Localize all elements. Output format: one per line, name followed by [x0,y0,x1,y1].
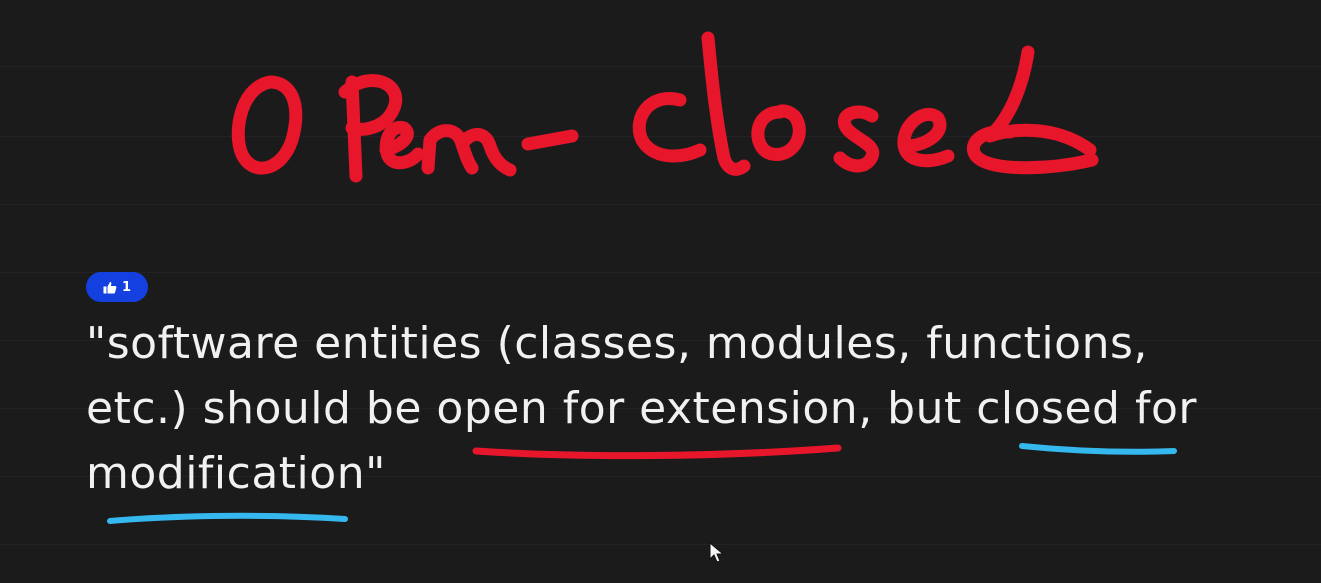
ink-stroke-hyphen [521,129,579,151]
reaction-badge[interactable]: 1 [86,272,148,302]
highlight-modification: modification [86,448,366,499]
quote-text: " [365,448,386,499]
ink-stroke-e [379,120,425,170]
reaction-count: 1 [121,279,132,295]
quote-line-3: modification" [86,446,386,502]
ink-stroke-c [632,92,707,163]
quote-text: , but [858,383,977,434]
quote-text: etc.) should be [86,383,437,434]
mouse-pointer-icon [709,542,725,563]
quote-line-1: "software entities (classes, modules, fu… [86,316,1148,372]
ink-stroke-d-stem [983,45,1097,157]
ink-stroke-o [751,104,806,161]
ink-stroke-e2 [897,107,955,168]
ink-stroke-O [231,75,303,175]
ink-stroke-s [833,105,879,173]
highlight-open-for-extension: open for extension [436,383,859,434]
quote-text: for [1120,383,1197,434]
quote-text: "software entities (classes, modules, fu… [86,318,1148,369]
ink-stroke-l [701,31,751,176]
quote-line-2: etc.) should be open for extension, but … [86,381,1197,437]
thumbs-up-icon [103,281,117,293]
whiteboard-canvas[interactable]: 1 "software entities (classes, modules, … [0,0,1321,583]
highlight-closed: closed [976,383,1121,434]
